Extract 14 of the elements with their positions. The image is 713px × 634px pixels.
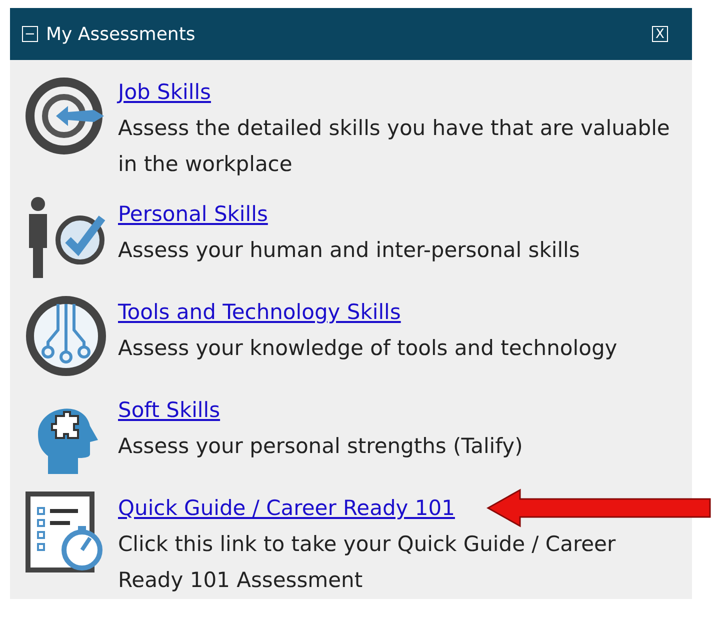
assessment-link[interactable]: Soft Skills (118, 398, 220, 422)
circuit-icon (24, 294, 108, 378)
assessment-link[interactable]: Tools and Technology Skills (118, 300, 401, 324)
assessment-description: Assess your knowledge of tools and technology (118, 335, 618, 362)
assessment-description: Assess your human and inter-personal skills (118, 237, 581, 264)
assessment-description: Click this link to take your Quick Guide / Career Ready 101 Assessment (118, 531, 617, 594)
assessment-description: Assess your personal strengths (Talify) (118, 433, 524, 460)
assessment-link[interactable]: Quick Guide / Career Ready 101 (118, 496, 455, 520)
assessment-description: Assess the detailed skills you have that are valuable in the workplace (118, 115, 671, 178)
assessment-link[interactable]: Job Skills (118, 80, 211, 104)
panel-title: My Assessments (46, 24, 196, 44)
assessment-link[interactable]: Personal Skills (118, 202, 268, 226)
collapse-button[interactable]: − (22, 26, 38, 42)
close-button[interactable]: X (652, 26, 668, 42)
